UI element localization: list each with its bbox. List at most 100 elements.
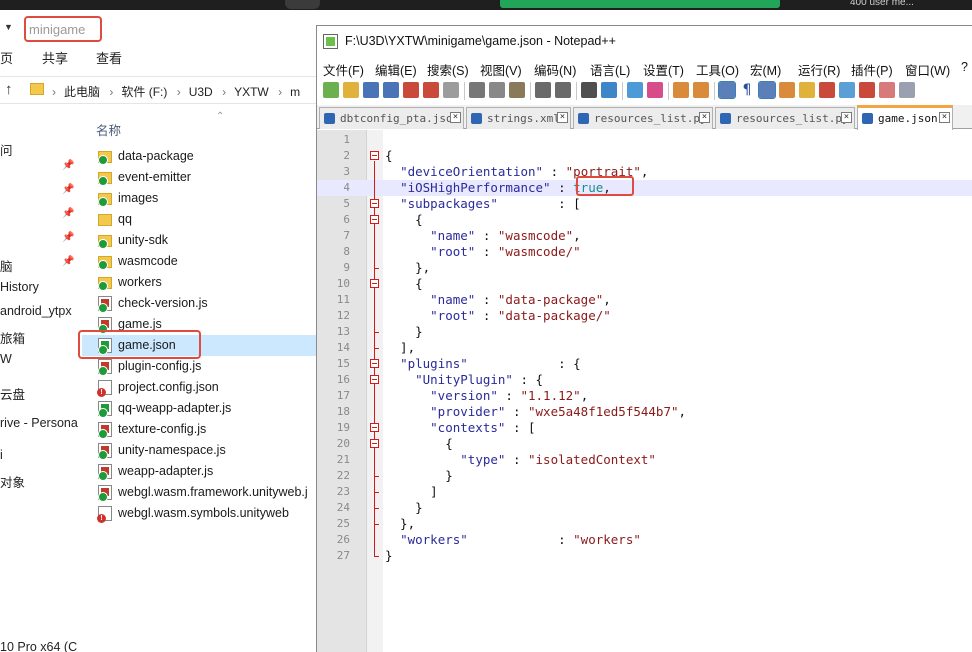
column-header-name[interactable]: 名称 — [96, 120, 121, 139]
print-icon[interactable] — [443, 82, 459, 98]
code-line[interactable]: 17 "version" : "1.1.12", — [317, 388, 972, 404]
file-row[interactable]: unity-namespace.js — [82, 440, 316, 461]
tab-resources-list-2[interactable]: resources_list.py × — [715, 107, 855, 129]
find-icon[interactable] — [581, 82, 597, 98]
code-line[interactable]: 23 ] — [317, 484, 972, 500]
save-all-icon[interactable] — [383, 82, 399, 98]
save-icon[interactable] — [363, 82, 379, 98]
code-line[interactable]: 11 "name" : "data-package", — [317, 292, 972, 308]
file-row[interactable]: data-package — [82, 146, 316, 167]
menu-file[interactable]: 文件(F) — [323, 60, 364, 79]
udl-icon[interactable] — [779, 82, 795, 98]
ribbon-tab-view[interactable]: 查看 — [96, 48, 122, 67]
close-icon[interactable]: × — [939, 112, 950, 123]
open-file-icon[interactable] — [343, 82, 359, 98]
zoom-in-icon[interactable] — [627, 82, 643, 98]
file-row[interactable]: qq — [82, 209, 316, 230]
menu-macro[interactable]: 宏(M) — [750, 60, 781, 79]
tab-dbtconfig[interactable]: dbtconfig_pta.json × — [319, 107, 464, 129]
file-row[interactable]: plugin-config.js — [82, 356, 316, 377]
function-list-icon[interactable] — [819, 82, 835, 98]
monitoring-icon[interactable] — [859, 82, 875, 98]
word-wrap-icon[interactable] — [718, 81, 736, 99]
pin-icon[interactable]: 📌 — [62, 256, 74, 267]
address-bar[interactable]: ↑ › 此电脑 › 软件 (F:) › U3D › YXTW › m — [0, 76, 316, 104]
code-line[interactable]: 21 "type" : "isolatedContext" — [317, 452, 972, 468]
code-line[interactable]: 19 "contexts" : [ — [317, 420, 972, 436]
nav-item[interactable]: android_ytpx — [0, 304, 72, 318]
breadcrumb-item[interactable]: m — [290, 85, 300, 99]
close-all-icon[interactable] — [423, 82, 439, 98]
code-line[interactable]: 7 "name" : "wasmcode", — [317, 228, 972, 244]
menu-search[interactable]: 搜索(S) — [427, 60, 469, 79]
file-row[interactable]: texture-config.js — [82, 419, 316, 440]
close-icon[interactable]: × — [450, 112, 461, 123]
replace-icon[interactable] — [601, 82, 617, 98]
nav-item[interactable]: W — [0, 352, 12, 366]
close-icon[interactable]: × — [841, 112, 852, 123]
file-row[interactable]: workers — [82, 272, 316, 293]
sync-vertical-icon[interactable] — [673, 82, 689, 98]
nav-item[interactable]: 云盘 — [0, 384, 25, 403]
code-line[interactable]: 9 }, — [317, 260, 972, 276]
zoom-out-icon[interactable] — [647, 82, 663, 98]
dropdown-arrow-icon[interactable]: ▼ — [4, 22, 13, 32]
code-line[interactable]: 15 "plugins" : { — [317, 356, 972, 372]
code-line[interactable]: 4 "iOSHighPerformance" : true, — [317, 180, 972, 196]
sync-horizontal-icon[interactable] — [693, 82, 709, 98]
code-line[interactable]: 27} — [317, 548, 972, 564]
code-line[interactable]: 12 "root" : "data-package/" — [317, 308, 972, 324]
menu-language[interactable]: 语言(L) — [590, 60, 630, 79]
show-all-chars-icon[interactable]: ¶ — [739, 82, 755, 98]
file-row[interactable]: check-version.js — [82, 293, 316, 314]
fold-toggle-icon[interactable] — [370, 375, 379, 384]
file-row[interactable]: event-emitter — [82, 167, 316, 188]
file-row[interactable]: weapp-adapter.js — [82, 461, 316, 482]
fold-toggle-icon[interactable] — [370, 279, 379, 288]
breadcrumb-item[interactable]: 此电脑 — [64, 85, 100, 99]
code-line[interactable]: 20 { — [317, 436, 972, 452]
new-file-icon[interactable] — [323, 82, 339, 98]
menu-edit[interactable]: 编辑(E) — [375, 60, 417, 79]
code-line[interactable]: 2{ — [317, 148, 972, 164]
menu-encoding[interactable]: 编码(N) — [534, 60, 576, 79]
file-row[interactable]: images — [82, 188, 316, 209]
file-row[interactable]: unity-sdk — [82, 230, 316, 251]
up-arrow-icon[interactable]: ↑ — [5, 81, 13, 98]
close-icon[interactable]: × — [699, 112, 710, 123]
nav-item[interactable]: 对象 — [0, 472, 25, 491]
close-file-icon[interactable] — [403, 82, 419, 98]
preview-icon[interactable] — [899, 82, 915, 98]
file-row[interactable]: webgl.wasm.symbols.unityweb — [82, 503, 316, 524]
menu-view[interactable]: 视图(V) — [480, 60, 522, 79]
tab-resources-list-1[interactable]: resources_list.py × — [573, 107, 713, 129]
code-line[interactable]: 10 { — [317, 276, 972, 292]
nav-item[interactable]: 问 — [0, 140, 13, 159]
fold-toggle-icon[interactable] — [370, 215, 379, 224]
fold-toggle-icon[interactable] — [370, 359, 379, 368]
menu-window[interactable]: 窗口(W) — [905, 60, 950, 79]
fold-toggle-icon[interactable] — [370, 199, 379, 208]
code-line[interactable]: 25 }, — [317, 516, 972, 532]
nav-item[interactable]: 10 Pro x64 (C — [0, 640, 77, 652]
record-macro-icon[interactable] — [879, 82, 895, 98]
nav-item[interactable]: 脑 — [0, 256, 13, 275]
code-line[interactable]: 16 "UnityPlugin" : { — [317, 372, 972, 388]
menu-settings[interactable]: 设置(T) — [643, 60, 684, 79]
tab-strings[interactable]: strings.xml × — [466, 107, 571, 129]
code-line[interactable]: 22 } — [317, 468, 972, 484]
nav-item[interactable]: History — [0, 280, 39, 294]
paste-icon[interactable] — [509, 82, 525, 98]
close-icon[interactable]: × — [557, 112, 568, 123]
cut-icon[interactable] — [469, 82, 485, 98]
code-line[interactable]: 6 { — [317, 212, 972, 228]
code-line[interactable]: 5 "subpackages" : [ — [317, 196, 972, 212]
dark-tab[interactable] — [285, 0, 320, 9]
code-line[interactable]: 8 "root" : "wasmcode/" — [317, 244, 972, 260]
file-row[interactable]: webgl.wasm.framework.unityweb.j — [82, 482, 316, 503]
indent-guide-icon[interactable] — [758, 81, 776, 99]
code-line[interactable]: 18 "provider" : "wxe5a48f1ed5f544b7", — [317, 404, 972, 420]
pin-icon[interactable]: 📌 — [62, 184, 74, 195]
menu-tools[interactable]: 工具(O) — [696, 60, 739, 79]
pin-icon[interactable]: 📌 — [62, 208, 74, 219]
